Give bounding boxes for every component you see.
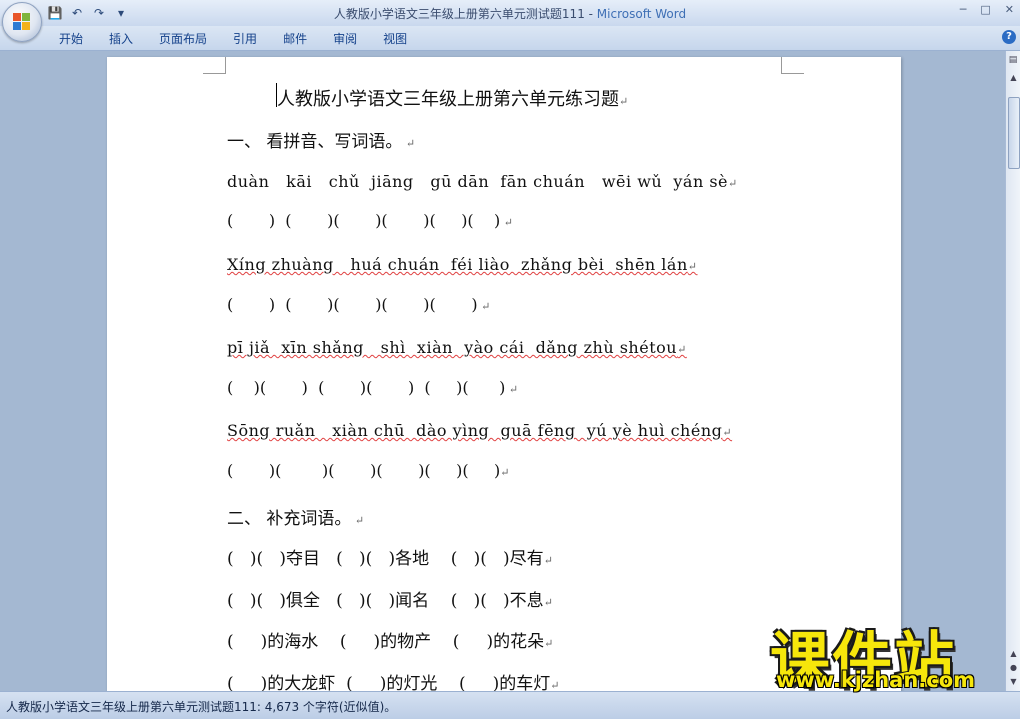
scroll-thumb[interactable] [1008,97,1020,169]
vertical-scrollbar[interactable]: ▤ ▲ ▲ ● ▼ [1005,51,1020,691]
fill-row-3: ( )的海水 ( )的物产 ( )的花朵↵ [227,632,554,652]
tab-home[interactable]: 开始 [46,30,96,47]
tab-mailings[interactable]: 邮件 [270,30,320,47]
section-1-heading: 一、 看拼音、写词语。 ↵ [227,132,416,152]
title-bar: 💾 ↶ ↷ ▾ 人教版小学语文三年级上册第六单元测试题111 - Microso… [0,0,1020,42]
close-icon[interactable]: ✕ [1005,3,1014,16]
document-workspace: 人教版小学语文三年级上册第六单元练习题↵ 一、 看拼音、写词语。 ↵ duàn … [0,51,1005,691]
minimize-icon[interactable]: ─ [960,3,967,16]
crop-mark-top-right [781,57,804,74]
pinyin-row-2: Xíng zhuàng huá chuán féi liào zhǎng bèi… [227,255,698,274]
next-page-icon[interactable]: ▼ [1008,677,1019,689]
paren-row-3: ( )( ) ( )( ) ( )( ) ↵ [227,378,519,397]
fill-row-1: ( )( )夺目 ( )( )各地 ( )( )尽有↵ [227,549,553,569]
document-page[interactable]: 人教版小学语文三年级上册第六单元练习题↵ 一、 看拼音、写词语。 ↵ duàn … [107,57,901,691]
pinyin-row-3: pī jiǎ xīn shǎng shì xiàn yào cái dǎng z… [227,338,687,357]
status-text: 人教版小学语文三年级上册第六单元测试题111: 4,673 个字符(近似值)。 [6,700,397,714]
tab-references[interactable]: 引用 [220,30,270,47]
document-title: 人教版小学语文三年级上册第六单元练习题↵ [277,89,629,110]
paren-row-4: ( )( )( )( )( )( )↵ [227,461,510,480]
app-name: Microsoft Word [596,7,687,21]
window-controls: ─ □ ✕ [960,3,1014,16]
crop-mark-top-left [203,57,226,74]
tab-view[interactable]: 视图 [370,30,420,47]
title-separator: - [584,7,597,21]
section-2-heading: 二、 补充词语。 ↵ [227,509,365,529]
office-logo-icon [13,13,31,31]
fill-row-2: ( )( )俱全 ( )( )闻名 ( )( )不息↵ [227,591,553,611]
tab-page-layout[interactable]: 页面布局 [146,30,220,47]
watermark-url: www.kjzhan.com [776,668,976,692]
previous-page-icon[interactable]: ▲ [1008,649,1019,661]
window-title: 人教版小学语文三年级上册第六单元测试题111 - Microsoft Word [0,5,1020,22]
tab-review[interactable]: 审阅 [320,30,370,47]
ribbon-tabs: 开始 插入 页面布局 引用 邮件 审阅 视图 [0,26,1020,51]
scroll-up-icon[interactable]: ▲ [1008,73,1019,85]
pinyin-row-4: Sōng ruǎn xiàn chū dào yìng guā fēng yú … [227,421,733,440]
maximize-icon[interactable]: □ [980,3,990,16]
office-button[interactable] [2,2,42,42]
ruler-toggle-icon[interactable]: ▤ [1007,55,1019,67]
paren-row-2: ( ) ( )( )( )( ) ↵ [227,295,491,314]
pinyin-row-1: duàn kāi chǔ jiāng gū dān fān chuán wēi … [227,172,738,191]
help-icon[interactable]: ? [1002,30,1016,44]
browse-object-icon[interactable]: ● [1008,663,1019,675]
fill-row-4: ( )的大龙虾 ( )的灯光 ( )的车灯↵ [227,674,560,691]
paren-row-1: ( ) ( )( )( )( )( ) ↵ [227,211,513,230]
document-name: 人教版小学语文三年级上册第六单元测试题111 [333,7,585,21]
tab-insert[interactable]: 插入 [96,30,146,47]
